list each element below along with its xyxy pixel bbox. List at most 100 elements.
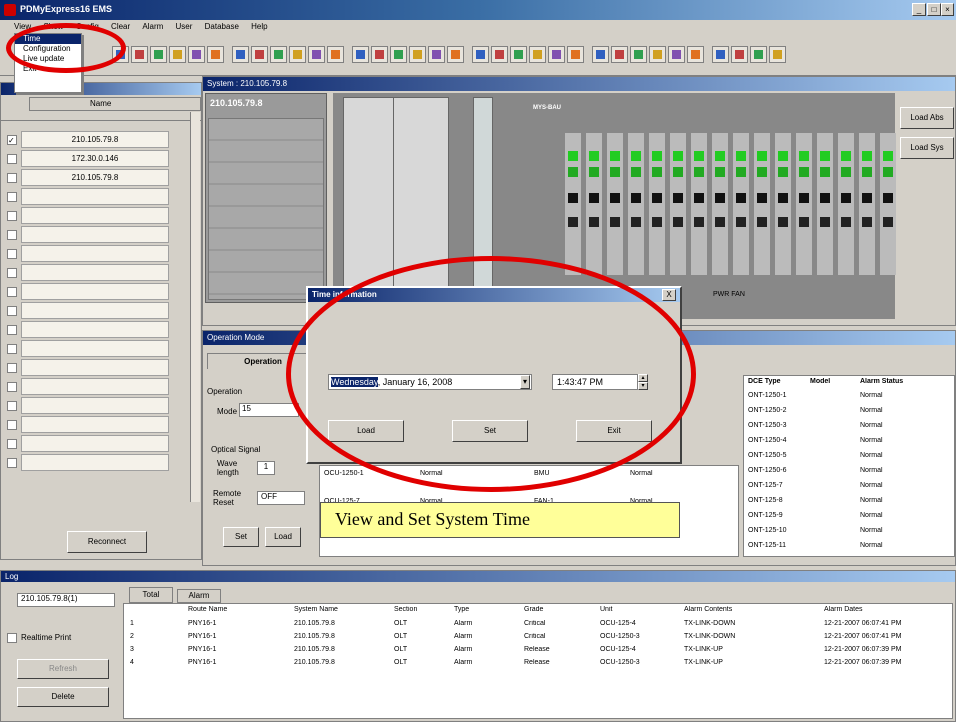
toolbar-button-10[interactable]	[289, 46, 306, 63]
toolbar-button-24[interactable]	[567, 46, 584, 63]
toolbar-button-13[interactable]	[352, 46, 369, 63]
toolbar-button-8[interactable]	[251, 46, 268, 63]
date-dropdown-icon[interactable]: ▾	[520, 375, 530, 389]
toolbar-button-4[interactable]	[169, 46, 186, 63]
toolbar-button-6[interactable]	[207, 46, 224, 63]
minimize-icon[interactable]: _	[912, 3, 926, 16]
toolbar-button-20[interactable]	[491, 46, 508, 63]
delete-button[interactable]: Delete	[17, 687, 109, 707]
system-checkbox[interactable]	[7, 268, 17, 278]
toolbar-button-32[interactable]	[731, 46, 748, 63]
menu-item-time[interactable]: Time	[15, 34, 81, 44]
dce-header[interactable]: Model	[810, 378, 830, 385]
remote-reset-select[interactable]: OFF	[257, 491, 305, 505]
dialog-exit-button[interactable]: Exit	[576, 420, 652, 442]
system-checkbox[interactable]	[7, 401, 17, 411]
chassis-slot[interactable]	[607, 133, 623, 275]
system-entry[interactable]	[21, 340, 169, 357]
chassis-slot[interactable]	[712, 133, 728, 275]
system-entry[interactable]	[21, 416, 169, 433]
toolbar-button-5[interactable]	[188, 46, 205, 63]
toolbar-button-7[interactable]	[232, 46, 249, 63]
menu-clear[interactable]: Clear	[106, 20, 135, 31]
toolbar-button-29[interactable]	[668, 46, 685, 63]
chassis-slot[interactable]	[838, 133, 854, 275]
chassis-slot[interactable]	[649, 133, 665, 275]
toolbar-button-22[interactable]	[529, 46, 546, 63]
chassis-slot[interactable]	[880, 133, 896, 275]
log-header[interactable]: System Name	[294, 606, 384, 613]
toolbar-button-17[interactable]	[428, 46, 445, 63]
system-entry[interactable]	[21, 302, 169, 319]
menu-item-exit[interactable]: Exit	[15, 64, 81, 74]
tab-operation[interactable]: Operation	[207, 353, 319, 369]
toolbar-button-30[interactable]	[687, 46, 704, 63]
menu-item-configuration[interactable]: Configuration	[15, 44, 81, 54]
toolbar-button-21[interactable]	[510, 46, 527, 63]
system-checkbox[interactable]	[7, 154, 17, 164]
tab-alarm[interactable]: Alarm	[177, 589, 221, 603]
system-checkbox[interactable]	[7, 173, 17, 183]
set-button[interactable]: Set	[223, 527, 259, 547]
system-entry[interactable]	[21, 378, 169, 395]
date-picker[interactable]: Wednesday, January 16, 2008	[328, 374, 532, 390]
toolbar-button-16[interactable]	[409, 46, 426, 63]
system-checkbox[interactable]	[7, 382, 17, 392]
toolbar-button-9[interactable]	[270, 46, 287, 63]
system-checkbox[interactable]	[7, 230, 17, 240]
menu-help[interactable]: Help	[246, 20, 272, 31]
toolbar-button-26[interactable]	[611, 46, 628, 63]
name-column-header[interactable]: Name	[29, 97, 201, 111]
system-checkbox[interactable]: ✓	[7, 135, 17, 145]
system-checkbox[interactable]	[7, 420, 17, 430]
load-sys-button[interactable]: Load Sys	[900, 137, 954, 159]
toolbar-button-19[interactable]	[472, 46, 489, 63]
log-header[interactable]: Alarm Contents	[684, 606, 774, 613]
menu-config[interactable]: Config	[71, 20, 104, 31]
refresh-button[interactable]: Refresh	[17, 659, 109, 679]
chassis-slot[interactable]	[796, 133, 812, 275]
system-entry[interactable]	[21, 435, 169, 452]
system-entry[interactable]	[21, 245, 169, 262]
reconnect-button[interactable]: Reconnect	[67, 531, 147, 553]
system-checkbox[interactable]	[7, 192, 17, 202]
system-entry[interactable]	[21, 359, 169, 376]
menu-show[interactable]: Show	[38, 20, 68, 31]
toolbar-button-27[interactable]	[630, 46, 647, 63]
load-button[interactable]: Load	[265, 527, 301, 547]
system-entry[interactable]	[21, 397, 169, 414]
log-header[interactable]: Unit	[600, 606, 690, 613]
toolbar-button-14[interactable]	[371, 46, 388, 63]
system-entry[interactable]: 210.105.79.8	[21, 131, 169, 148]
menu-alarm[interactable]: Alarm	[137, 20, 168, 31]
load-abs-button[interactable]: Load Abs	[900, 107, 954, 129]
log-header[interactable]: Route Name	[188, 606, 278, 613]
chassis-slot[interactable]	[691, 133, 707, 275]
wave-length-input[interactable]: 1	[257, 461, 275, 475]
dialog-load-button[interactable]: Load	[328, 420, 404, 442]
system-checkbox[interactable]	[7, 458, 17, 468]
log-ip-select[interactable]: 210.105.79.8(1)	[17, 593, 115, 607]
toolbar-button-2[interactable]	[131, 46, 148, 63]
toolbar-button-25[interactable]	[592, 46, 609, 63]
system-entry[interactable]: 172.30.0.146	[21, 150, 169, 167]
system-entry[interactable]	[21, 264, 169, 281]
system-entry[interactable]	[21, 454, 169, 471]
system-checkbox[interactable]	[7, 287, 17, 297]
system-entry[interactable]: 210.105.79.8	[21, 169, 169, 186]
toolbar-button-1[interactable]	[112, 46, 129, 63]
toolbar-button-33[interactable]	[750, 46, 767, 63]
maximize-icon[interactable]: □	[927, 3, 941, 16]
system-entry[interactable]	[21, 283, 169, 300]
log-header[interactable]: Alarm Dates	[824, 606, 914, 613]
toolbar-button-23[interactable]	[548, 46, 565, 63]
time-up-icon[interactable]: ▴	[638, 374, 648, 382]
dialog-set-button[interactable]: Set	[452, 420, 528, 442]
system-checkbox[interactable]	[7, 325, 17, 335]
menu-item-live-update[interactable]: Live update	[15, 54, 81, 64]
system-checkbox[interactable]	[7, 344, 17, 354]
toolbar-button-28[interactable]	[649, 46, 666, 63]
chassis-slot[interactable]	[586, 133, 602, 275]
chassis-slot[interactable]	[859, 133, 875, 275]
system-entry[interactable]	[21, 226, 169, 243]
